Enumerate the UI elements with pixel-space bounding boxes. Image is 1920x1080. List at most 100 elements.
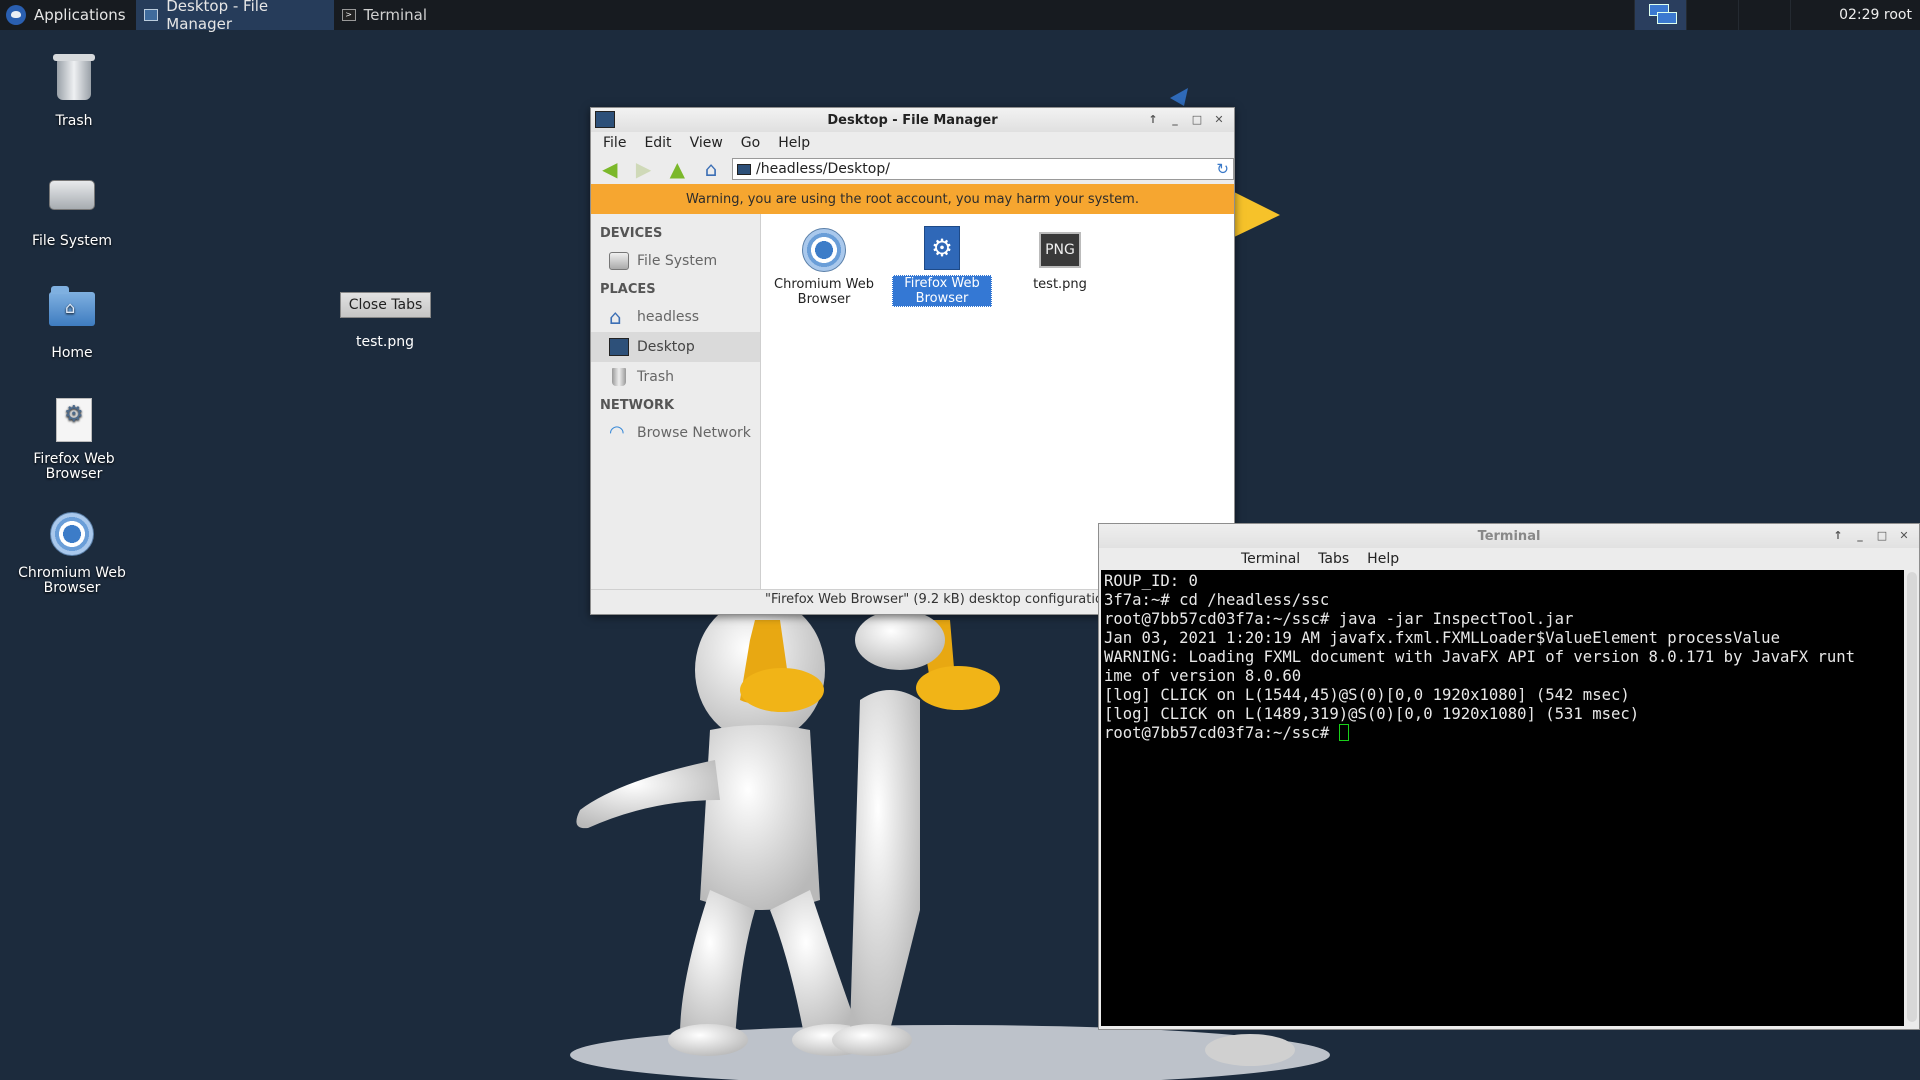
desktop-icon-firefox[interactable]: Firefox Web Browser <box>14 396 134 482</box>
sidebar-item-desktop[interactable]: Desktop <box>591 332 760 362</box>
desktop-icon-label: File System <box>31 233 113 249</box>
close-tabs-button[interactable]: Close Tabs <box>340 292 431 318</box>
workspace-switcher <box>1634 0 1842 30</box>
close-icon[interactable]: ✕ <box>1210 111 1228 128</box>
menu-edit[interactable]: Edit <box>636 135 679 151</box>
terminal-prompt: root@7bb57cd03f7a:~/ssc# <box>1104 724 1339 742</box>
file-manager-titlebar[interactable]: Desktop - File Manager ↑ _ □ ✕ <box>591 108 1234 132</box>
desktop-icon-trash[interactable]: Trash <box>14 54 134 129</box>
sidebar-item-headless[interactable]: ⌂ headless <box>591 302 760 332</box>
drive-icon <box>609 252 629 270</box>
menu-go[interactable]: Go <box>733 135 768 151</box>
reload-icon[interactable]: ↻ <box>1216 160 1229 178</box>
workspace-1[interactable] <box>1634 0 1686 30</box>
workspace-2[interactable] <box>1686 0 1738 30</box>
clock[interactable]: 02:29 root <box>1839 0 1912 30</box>
desktop-icon-chromium[interactable]: Chromium Web Browser <box>12 510 132 596</box>
config-file-icon: ⚙ <box>918 224 966 272</box>
sidebar-item-label: File System <box>637 253 718 269</box>
file-item-chromium[interactable]: Chromium Web Browser <box>774 226 874 307</box>
terminal-line: [log] CLICK on L(1489,319)@S(0)[0,0 1920… <box>1104 705 1640 723</box>
window-icon <box>595 111 615 128</box>
minimize-icon[interactable]: _ <box>1851 527 1869 544</box>
terminal-icon: > <box>341 9 356 21</box>
workspace-3[interactable] <box>1738 0 1790 30</box>
sidebar-heading-network: NETWORK <box>600 397 675 413</box>
sidebar-item-label: headless <box>637 309 700 325</box>
trash-icon <box>612 368 626 386</box>
desktop-icon-label: Chromium Web Browser <box>18 565 126 596</box>
sidebar: DEVICES File System PLACES ⌂ headless De… <box>591 214 761 589</box>
forward-arrow-icon[interactable]: ▶ <box>631 157 657 181</box>
terminal-screen[interactable]: ROUP_ID: 0 3f7a:~# cd /headless/ssc root@7… <box>1101 570 1904 1026</box>
workspace-4[interactable] <box>1790 0 1842 30</box>
menu-help[interactable]: Help <box>1359 551 1407 567</box>
sidebar-item-trash[interactable]: Trash <box>591 362 760 392</box>
stick-icon[interactable]: ↑ <box>1144 111 1162 128</box>
terminal-scrollbar[interactable] <box>1907 572 1917 1022</box>
chromium-icon <box>800 226 848 274</box>
terminal-line: [log] CLICK on L(1544,45)@S(0)[0,0 1920x… <box>1104 686 1630 704</box>
png-file-icon: PNG <box>1036 226 1084 274</box>
sidebar-item-label: Desktop <box>637 339 695 355</box>
terminal-line: Jan 03, 2021 1:20:19 AM javafx.fxml.FXML… <box>1104 629 1780 647</box>
config-file-icon <box>50 398 98 446</box>
desktop-icon-test-png-label[interactable]: test.png <box>340 334 430 350</box>
trash-icon <box>50 54 98 108</box>
desktop-icon-home[interactable]: Home <box>12 282 132 361</box>
terminal-prompt-line: root@7bb57cd03f7a:~/ssc# <box>1104 724 1901 743</box>
top-panel: Applications Desktop - File Manager > Te… <box>0 0 1920 33</box>
file-item-label: test.png <box>1033 277 1087 292</box>
window-title: Terminal <box>1477 528 1541 544</box>
file-item-firefox[interactable]: ⚙ Firefox Web Browser <box>892 224 992 307</box>
desktop-icon-file-system[interactable]: File System <box>12 168 132 249</box>
terminal-line: WARNING: Loading FXML document with Java… <box>1104 648 1856 666</box>
sidebar-item-file-system[interactable]: File System <box>591 246 760 276</box>
minimize-icon[interactable]: _ <box>1166 111 1184 128</box>
root-warning-banner: Warning, you are using the root account,… <box>591 184 1234 214</box>
sidebar-heading-places: PLACES <box>600 281 656 297</box>
file-item-label: Firefox Web Browser <box>892 275 992 307</box>
location-path: /headless/Desktop/ <box>756 161 890 177</box>
menu-tabs[interactable]: Tabs <box>1310 551 1357 567</box>
menu-view[interactable]: View <box>682 135 731 151</box>
stick-icon[interactable]: ↑ <box>1829 527 1847 544</box>
terminal-cursor <box>1338 724 1349 741</box>
home-icon: ⌂ <box>609 305 622 329</box>
terminal-titlebar[interactable]: Terminal ↑ _ □ ✕ <box>1099 524 1919 548</box>
terminal-line: 3f7a:~# cd /headless/ssc <box>1104 591 1330 609</box>
terminal-line: ROUP_ID: 0 <box>1104 572 1198 590</box>
location-bar[interactable]: /headless/Desktop/ ↻ <box>732 158 1234 180</box>
maximize-icon[interactable]: □ <box>1873 527 1891 544</box>
maximize-icon[interactable]: □ <box>1188 111 1206 128</box>
back-arrow-icon[interactable]: ◀ <box>597 157 623 181</box>
desktop-folder-icon <box>737 163 751 175</box>
menu-file[interactable]: File <box>595 135 634 151</box>
menu-terminal[interactable]: Terminal <box>1233 551 1308 567</box>
applications-label: Applications <box>34 6 126 24</box>
sidebar-heading-devices: DEVICES <box>600 225 663 241</box>
clock-user: root <box>1883 7 1912 23</box>
desktop-icon-label: Home <box>51 345 93 361</box>
applications-menu-button[interactable]: Applications <box>0 0 136 30</box>
file-item-label: Chromium Web Browser <box>774 277 874 307</box>
taskbar-item-label: Terminal <box>363 6 428 24</box>
home-folder-icon <box>48 286 96 340</box>
file-item-test-png[interactable]: PNG test.png <box>1010 226 1110 292</box>
desktop-icon-label: Firefox Web Browser <box>33 451 115 482</box>
wifi-icon: ◠ <box>609 422 625 443</box>
taskbar-item-terminal[interactable]: > Terminal <box>334 0 534 30</box>
desktop-icon-label: Trash <box>55 113 93 129</box>
sidebar-item-browse-network[interactable]: ◠ Browse Network <box>591 418 760 448</box>
window-title: Desktop - File Manager <box>827 112 998 128</box>
file-manager-icon <box>143 9 159 21</box>
home-icon[interactable]: ⌂ <box>698 157 724 181</box>
close-icon[interactable]: ✕ <box>1895 527 1913 544</box>
taskbar-item-file-manager[interactable]: Desktop - File Manager <box>135 0 334 33</box>
desktop-icon <box>609 338 629 356</box>
terminal-window: Terminal ↑ _ □ ✕ Terminal Tabs Help ROUP… <box>1098 523 1920 1030</box>
menu-help[interactable]: Help <box>770 135 818 151</box>
sidebar-item-label: Browse Network <box>637 425 751 441</box>
file-manager-toolbar: ◀ ▶ ▲ ⌂ /headless/Desktop/ ↻ <box>591 154 1234 184</box>
up-arrow-icon[interactable]: ▲ <box>665 157 691 181</box>
